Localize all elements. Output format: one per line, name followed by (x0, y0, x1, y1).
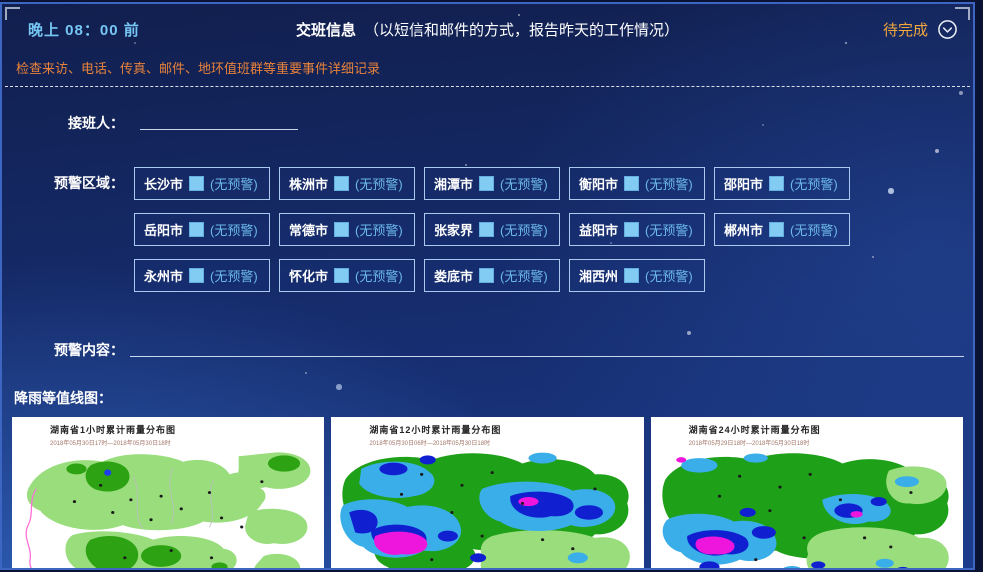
city-warning-box-huaihua[interactable]: 怀化市 (无预警) (279, 259, 415, 292)
warning-content-input[interactable] (130, 334, 964, 357)
city-name: 益阳市 (579, 220, 618, 239)
city-warning-status: (无预警) (645, 266, 693, 285)
city-name: 常德市 (289, 220, 328, 239)
city-warning-status: (无预警) (500, 174, 548, 193)
receiver-input[interactable] (140, 107, 298, 130)
collapse-chevron-down-icon[interactable] (937, 18, 959, 40)
starfield-decoration (2, 4, 4, 6)
city-warning-status: (无预警) (355, 174, 403, 193)
hunan-rainfall-map-24h-image (651, 449, 963, 570)
city-warning-box-yueyang[interactable]: 岳阳市 (无预警) (134, 213, 270, 246)
warning-content-row: 预警内容： (2, 334, 973, 360)
city-warning-box-xiangxi[interactable]: 湘西州 (无预警) (569, 259, 705, 292)
map-subtitle: 2018年05月29日18时—2018年05月30日18时 (689, 438, 963, 447)
city-row-3: 永州市 (无预警) 怀化市 (无预警) 娄底市 (无预警) (134, 259, 850, 292)
city-checkbox[interactable] (769, 222, 784, 237)
warning-content-label: 预警内容： (2, 334, 124, 360)
status-badge: 待完成 (883, 19, 928, 40)
city-grid: 长沙市 (无预警) 株洲市 (无预警) 湘潭市 (无预警) (134, 167, 850, 292)
city-warning-box-hengyang[interactable]: 衡阳市 (无预警) (569, 167, 705, 200)
city-name: 永州市 (144, 266, 183, 285)
city-warning-status: (无预警) (355, 220, 403, 239)
page-title: 交班信息 （以短信和邮件的方式，报告昨天的工作情况） (2, 14, 973, 40)
city-row-1: 长沙市 (无预警) 株洲市 (无预警) 湘潭市 (无预警) (134, 167, 850, 200)
city-checkbox[interactable] (334, 176, 349, 191)
city-checkbox[interactable] (334, 222, 349, 237)
city-checkbox[interactable] (479, 268, 494, 283)
city-warning-status: (无预警) (500, 266, 548, 285)
shift-handover-page: 晚上 08：00 前 交班信息 （以短信和邮件的方式，报告昨天的工作情况） 待完成… (0, 0, 983, 572)
city-name: 衡阳市 (579, 174, 618, 193)
city-checkbox[interactable] (624, 222, 639, 237)
city-warning-box-changde[interactable]: 常德市 (无预警) (279, 213, 415, 246)
city-name: 郴州市 (724, 220, 763, 239)
city-checkbox[interactable] (189, 268, 204, 283)
title-subtext: （以短信和邮件的方式，报告昨天的工作情况） (364, 22, 679, 39)
city-warning-status: (无预警) (210, 174, 258, 193)
map-title: 湖南省12小时累计雨量分布图 (369, 423, 643, 436)
city-name: 长沙市 (144, 174, 183, 193)
city-name: 娄底市 (434, 266, 473, 285)
city-warning-box-xiangtan[interactable]: 湘潭市 (无预警) (424, 167, 560, 200)
rainfall-map-panel-1h[interactable]: 湖南省1小时累计雨量分布图 2018年05月30日17时—2018年05月30日… (12, 417, 324, 570)
city-warning-status: (无预警) (790, 174, 838, 193)
city-warning-status: (无预警) (210, 220, 258, 239)
map-subtitle: 2018年05月30日06时—2018年05月30日18时 (369, 438, 643, 447)
city-warning-box-shaoyang[interactable]: 邵阳市 (无预警) (714, 167, 850, 200)
city-warning-box-zhangjiajie[interactable]: 张家界 (无预警) (424, 213, 560, 246)
status-area: 待完成 (883, 18, 959, 40)
city-warning-status: (无预警) (645, 220, 693, 239)
city-name: 岳阳市 (144, 220, 183, 239)
city-warning-status: (无预警) (645, 174, 693, 193)
receiver-row: 接班人： (2, 107, 973, 133)
city-checkbox[interactable] (479, 222, 494, 237)
city-name: 株洲市 (289, 174, 328, 193)
hunan-rainfall-map-1h-image (12, 449, 324, 570)
city-name: 邵阳市 (724, 174, 763, 193)
checklist-notice: 检查来访、电话、传真、邮件、地环值班群等重要事件详细记录 (16, 58, 973, 77)
deadline-label: 晚上 08：00 前 (28, 19, 140, 40)
city-checkbox[interactable] (479, 176, 494, 191)
city-checkbox[interactable] (189, 176, 204, 191)
page-frame: 晚上 08：00 前 交班信息 （以短信和邮件的方式，报告昨天的工作情况） 待完成… (0, 2, 975, 570)
city-warning-box-chenzhou[interactable]: 郴州市 (无预警) (714, 213, 850, 246)
city-checkbox[interactable] (769, 176, 784, 191)
city-warning-status: (无预警) (500, 220, 548, 239)
city-warning-box-yiyang[interactable]: 益阳市 (无预警) (569, 213, 705, 246)
city-warning-box-loudi[interactable]: 娄底市 (无预警) (424, 259, 560, 292)
header: 晚上 08：00 前 交班信息 （以短信和邮件的方式，报告昨天的工作情况） 待完成 (2, 14, 973, 48)
map-title: 湖南省1小时累计雨量分布图 (50, 423, 324, 436)
warning-area-label: 预警区域： (2, 167, 124, 193)
city-checkbox[interactable] (334, 268, 349, 283)
city-warning-status: (无预警) (355, 266, 403, 285)
title-text: 交班信息 (296, 22, 356, 39)
rainfall-map-panel-12h[interactable]: 湖南省12小时累计雨量分布图 2018年05月30日06时—2018年05月30… (331, 417, 643, 570)
rainfall-map-panel-24h[interactable]: 湖南省24小时累计雨量分布图 2018年05月29日18时—2018年05月30… (651, 417, 963, 570)
city-warning-box-zhuzhou[interactable]: 株洲市 (无预警) (279, 167, 415, 200)
hunan-rainfall-map-12h-image (331, 449, 643, 570)
city-warning-box-yongzhou[interactable]: 永州市 (无预警) (134, 259, 270, 292)
city-checkbox[interactable] (189, 222, 204, 237)
dashed-divider (5, 86, 970, 87)
city-checkbox[interactable] (624, 268, 639, 283)
receiver-label: 接班人： (2, 107, 124, 133)
city-warning-box-changsha[interactable]: 长沙市 (无预警) (134, 167, 270, 200)
city-name: 湘潭市 (434, 174, 473, 193)
city-name: 湘西州 (579, 266, 618, 285)
city-checkbox[interactable] (624, 176, 639, 191)
rainfall-maps-row: 湖南省1小时累计雨量分布图 2018年05月30日17时—2018年05月30日… (12, 417, 963, 570)
rainfall-section-label: 降雨等值线图： (14, 388, 973, 408)
city-row-2: 岳阳市 (无预警) 常德市 (无预警) 张家界 (无预警) (134, 213, 850, 246)
city-warning-status: (无预警) (210, 266, 258, 285)
city-warning-status: (无预警) (790, 220, 838, 239)
map-title: 湖南省24小时累计雨量分布图 (689, 423, 963, 436)
city-name: 怀化市 (289, 266, 328, 285)
warning-area-row: 预警区域： 长沙市 (无预警) 株洲市 (无预警) 湘潭市 (2, 167, 973, 292)
map-subtitle: 2018年05月30日17时—2018年05月30日18时 (50, 438, 324, 447)
city-name: 张家界 (434, 220, 473, 239)
